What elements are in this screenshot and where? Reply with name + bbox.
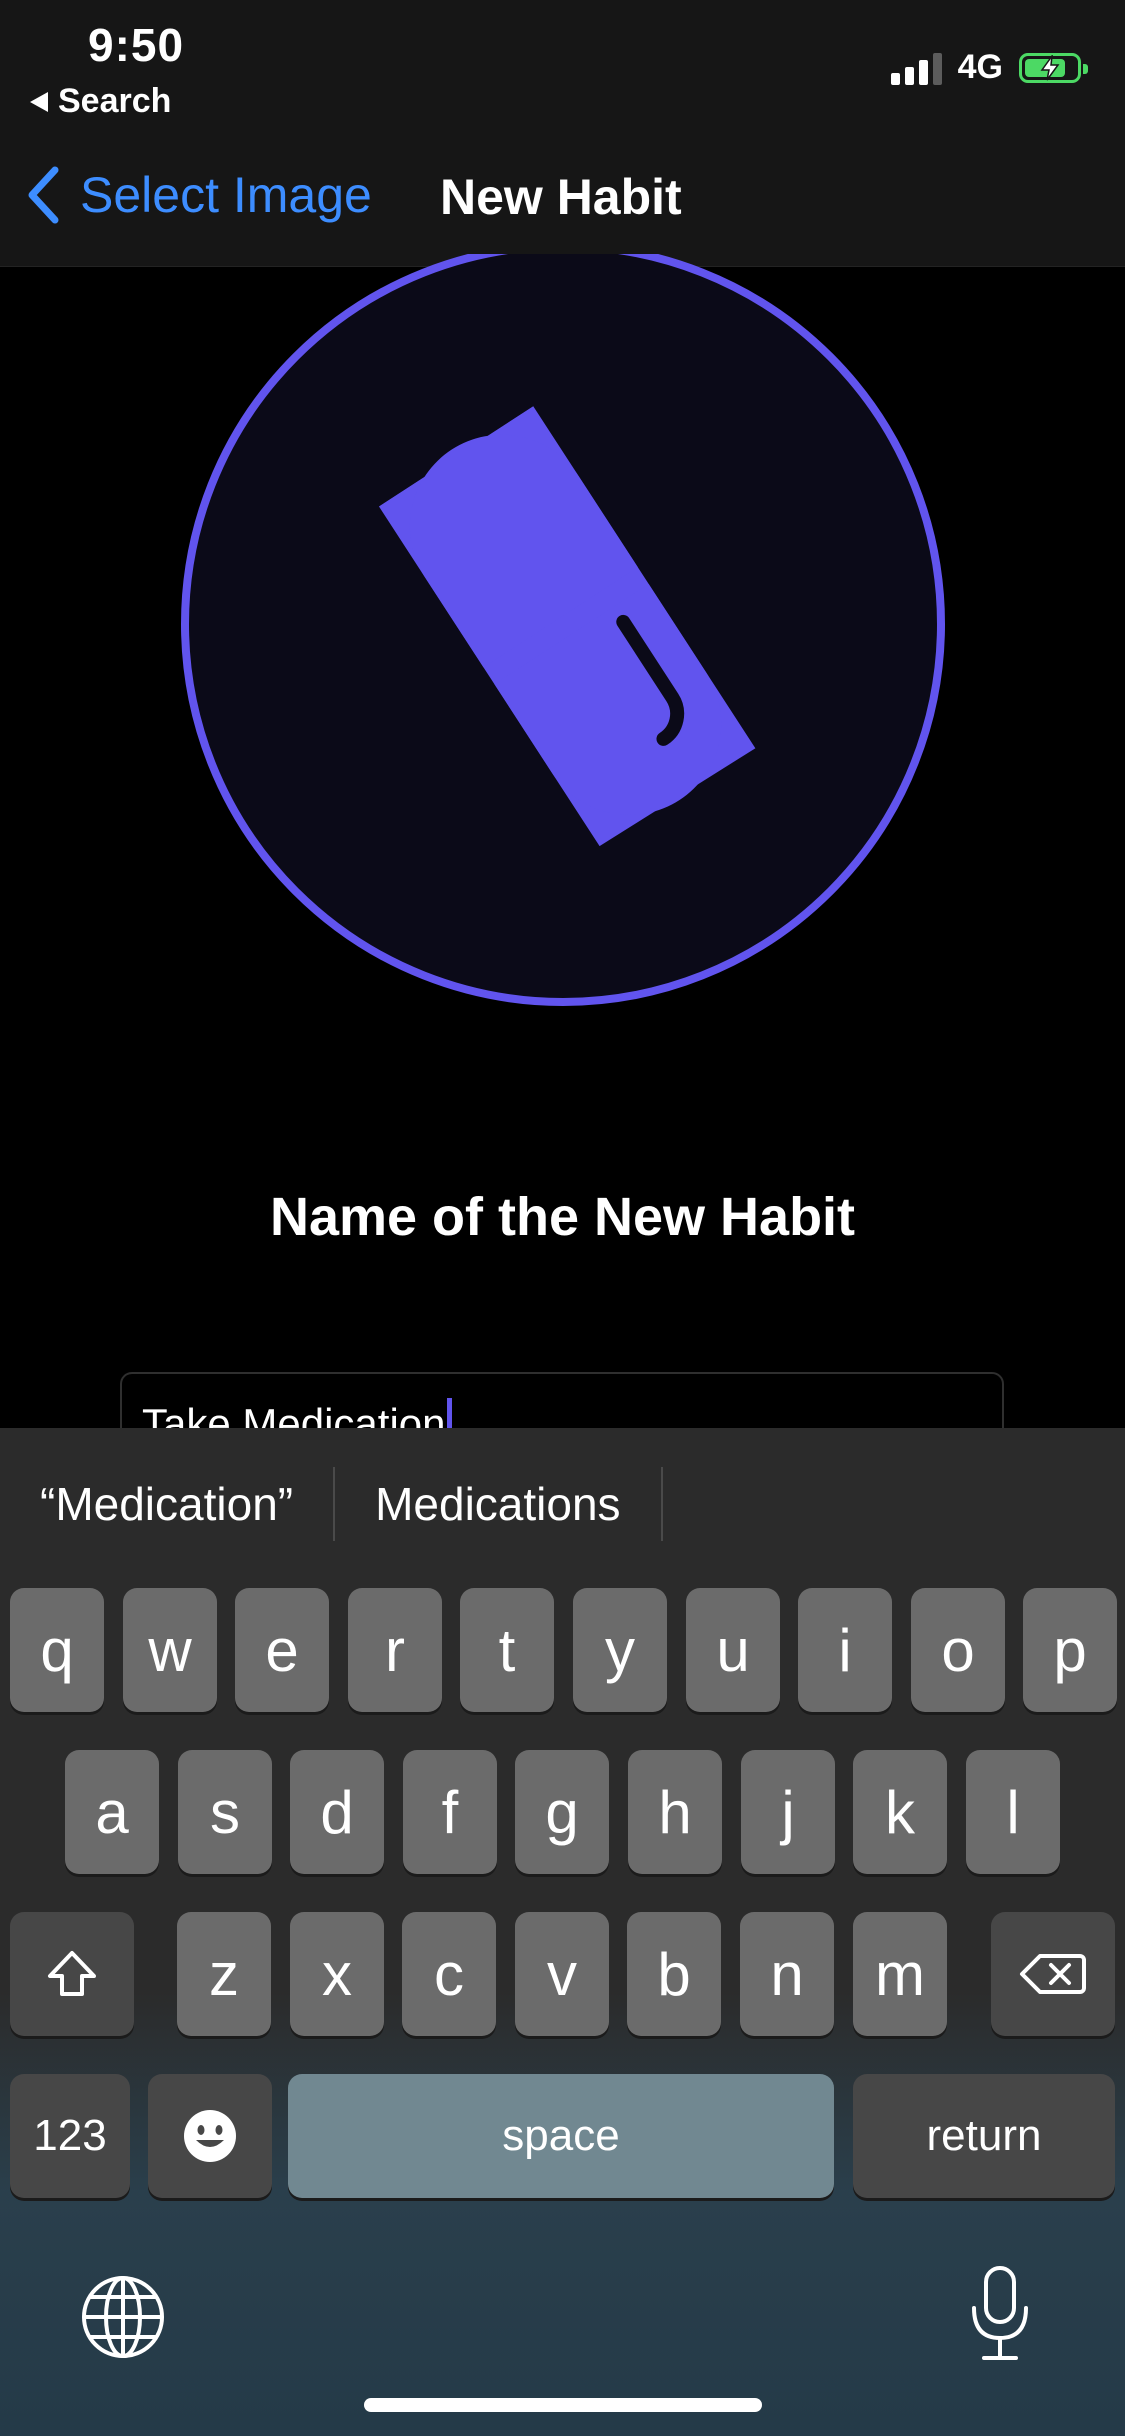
key-n[interactable]: n (740, 1912, 834, 2036)
space-key[interactable]: space (288, 2074, 834, 2198)
back-button[interactable]: Select Image (26, 166, 372, 224)
key-g[interactable]: g (515, 1750, 609, 1874)
key-p[interactable]: p (1023, 1588, 1117, 1712)
cellular-signal-icon (890, 51, 942, 85)
shift-key[interactable] (10, 1912, 134, 2036)
key-l[interactable]: l (966, 1750, 1060, 1874)
return-key[interactable]: return (853, 2074, 1115, 2198)
key-y[interactable]: y (573, 1588, 667, 1712)
delete-key[interactable] (991, 1912, 1115, 2036)
key-o[interactable]: o (911, 1588, 1005, 1712)
page-title: New Habit (440, 169, 682, 225)
key-h[interactable]: h (628, 1750, 722, 1874)
top-bar: 9:50 Search 4G Select Image New Habit (0, 0, 1125, 267)
predictive-suggestions: “Medication” Medications (0, 1428, 1125, 1580)
key-f[interactable]: f (403, 1750, 497, 1874)
key-c[interactable]: c (402, 1912, 496, 2036)
status-indicators: 4G (890, 48, 1088, 87)
key-u[interactable]: u (686, 1588, 780, 1712)
status-back-label: Search (58, 82, 172, 120)
back-button-label: Select Image (80, 167, 372, 223)
network-type: 4G (957, 48, 1003, 86)
key-i[interactable]: i (798, 1588, 892, 1712)
key-m[interactable]: m (853, 1912, 947, 2036)
shift-icon (48, 1951, 96, 1996)
charging-bolt-icon (1040, 54, 1060, 80)
habit-pill-icon (181, 254, 945, 1006)
form-heading: Name of the New Habit (269, 1187, 856, 1247)
keyboard: “Medication” Medications qwertyuiop asdfg… (0, 1428, 1125, 2436)
key-t[interactable]: t (460, 1588, 554, 1712)
key-x[interactable]: x (290, 1912, 384, 2036)
chevron-left-icon (28, 166, 59, 224)
status-back-to-app[interactable]: Search (30, 82, 171, 121)
key-d[interactable]: d (290, 1750, 384, 1874)
key-b[interactable]: b (627, 1912, 721, 2036)
key-w[interactable]: w (123, 1588, 217, 1712)
home-indicator[interactable] (364, 2398, 762, 2412)
globe-icon[interactable] (80, 2274, 166, 2360)
status-time: 9:50 (88, 19, 185, 71)
key-r[interactable]: r (348, 1588, 442, 1712)
key-j[interactable]: j (741, 1750, 835, 1874)
suggestion-quoted[interactable]: “Medication” (0, 1477, 333, 1531)
key-s[interactable]: s (178, 1750, 272, 1874)
numbers-key[interactable]: 123 (10, 2074, 130, 2198)
delete-icon (1020, 1954, 1086, 1994)
key-k[interactable]: k (853, 1750, 947, 1874)
key-q[interactable]: q (10, 1588, 104, 1712)
emoji-key[interactable] (148, 2074, 272, 2198)
key-z[interactable]: z (177, 1912, 271, 2036)
suggestion-plural[interactable]: Medications (335, 1477, 660, 1531)
key-v[interactable]: v (515, 1912, 609, 2036)
microphone-icon[interactable] (968, 2264, 1032, 2364)
battery-icon (1019, 52, 1088, 83)
suggestion-divider (660, 1467, 663, 1541)
key-a[interactable]: a (65, 1750, 159, 1874)
key-e[interactable]: e (235, 1588, 329, 1712)
emoji-icon (184, 2110, 236, 2162)
back-triangle-icon (30, 91, 48, 112)
